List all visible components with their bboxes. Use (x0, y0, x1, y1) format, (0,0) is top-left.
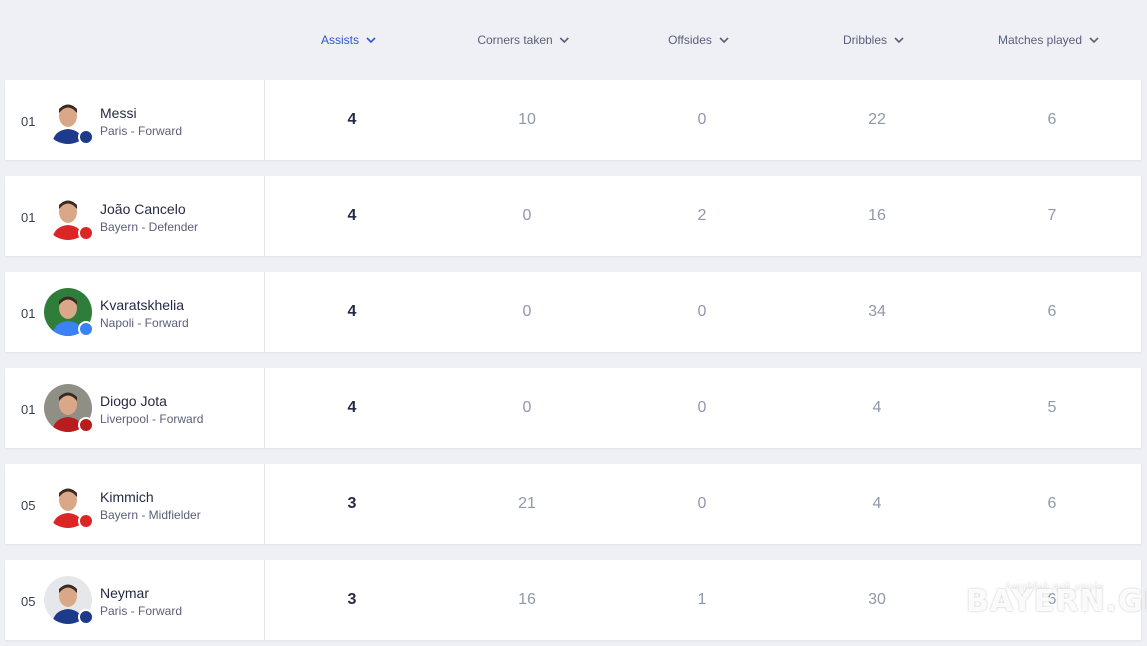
player-rank: 01 (21, 114, 36, 129)
player-club-position: Paris - Forward (100, 604, 183, 618)
chevron-down-icon (365, 34, 377, 46)
player-club-position: Liverpool - Forward (100, 412, 204, 426)
stat-corners-taken: 0 (522, 303, 532, 320)
player-cell[interactable]: 01 Messi Paris - Forward (5, 80, 265, 160)
column-header-assists[interactable]: Assists (321, 32, 377, 48)
player-rank: 01 (21, 306, 36, 321)
stat-matches-played: 6 (1047, 495, 1057, 512)
avatar (44, 288, 94, 337)
chevron-down-icon (559, 34, 571, 46)
watermark-text: BAYERN.GE (966, 584, 1147, 619)
column-label: Offsides (668, 33, 712, 47)
stat-corners-taken: 10 (518, 111, 536, 128)
stat-offsides: 0 (697, 495, 707, 512)
player-cell[interactable]: 05 Kimmich Bayern - Midfielder (5, 464, 265, 544)
player-rank: 01 (21, 402, 36, 417)
column-label: Matches played (997, 33, 1083, 47)
stat-offsides: 1 (697, 591, 707, 608)
stat-offsides: 0 (697, 303, 707, 320)
club-badge-icon (78, 321, 94, 337)
player-rank: 05 (21, 594, 36, 609)
stat-assists: 4 (347, 111, 357, 128)
player-club-position: Bayern - Defender (100, 220, 199, 234)
player-cell[interactable]: 01 Diogo Jota Liverpool - Forward (5, 368, 265, 448)
club-badge-icon (78, 417, 94, 433)
avatar (44, 576, 94, 625)
player-name[interactable]: Diogo Jota (100, 393, 167, 409)
player-cell[interactable]: 05 Neymar Paris - Forward (5, 560, 265, 640)
column-label: Dribbles (842, 33, 888, 47)
stat-offsides: 2 (697, 207, 707, 224)
club-badge-icon (78, 513, 94, 529)
stat-assists: 4 (347, 303, 357, 320)
column-header-offsides[interactable]: Offsides (668, 32, 730, 48)
player-name[interactable]: Kimmich (100, 489, 154, 505)
column-header-corners-taken[interactable]: Corners taken (477, 32, 570, 48)
stat-corners-taken: 0 (522, 399, 532, 416)
player-name[interactable]: Neymar (100, 585, 149, 601)
stat-offsides: 0 (697, 111, 707, 128)
stat-matches-played: 5 (1047, 399, 1057, 416)
avatar (44, 384, 94, 433)
player-name[interactable]: Messi (100, 105, 137, 121)
stat-matches-played: 6 (1047, 303, 1057, 320)
chevron-down-icon (893, 34, 905, 46)
table-row[interactable]: 05 Kimmich Bayern - Midfielder 3 21 0 4 … (5, 464, 1141, 544)
stat-dribbles: 22 (868, 111, 886, 128)
player-rank: 01 (21, 210, 36, 225)
player-club-position: Napoli - Forward (100, 316, 189, 330)
stat-corners-taken: 16 (518, 591, 536, 608)
stat-dribbles: 16 (868, 207, 886, 224)
stat-dribbles: 4 (872, 495, 882, 512)
chevron-down-icon (1088, 34, 1100, 46)
table-header: Assists Corners taken Offsides Dribbles … (0, 0, 1147, 80)
club-badge-icon (78, 129, 94, 145)
table-row[interactable]: 01 João Cancelo Bayern - Defender 4 0 2 … (5, 176, 1141, 256)
stat-assists: 4 (347, 207, 357, 224)
table-row[interactable]: 01 Kvaratskhelia Napoli - Forward 4 0 0 … (5, 272, 1141, 352)
column-header-dribbles[interactable]: Dribbles (843, 32, 905, 48)
player-name[interactable]: Kvaratskhelia (100, 297, 184, 313)
chevron-down-icon (718, 34, 730, 46)
player-club-position: Bayern - Midfielder (100, 508, 201, 522)
player-club-position: Paris - Forward (100, 124, 183, 138)
stat-dribbles: 30 (868, 591, 886, 608)
table-row[interactable]: 01 Messi Paris - Forward 4 10 0 22 6 (5, 80, 1141, 160)
stat-matches-played: 6 (1047, 111, 1057, 128)
column-label: Assists (320, 33, 360, 47)
table-row[interactable]: 01 Diogo Jota Liverpool - Forward 4 0 0 … (5, 368, 1141, 448)
stat-corners-taken: 0 (522, 207, 532, 224)
stat-dribbles: 4 (872, 399, 882, 416)
column-header-matches-played[interactable]: Matches played (998, 32, 1100, 48)
player-cell[interactable]: 01 João Cancelo Bayern - Defender (5, 176, 265, 256)
avatar (44, 192, 94, 241)
stat-dribbles: 34 (868, 303, 886, 320)
stat-assists: 3 (347, 591, 357, 608)
column-label: Corners taken (477, 33, 553, 47)
avatar (44, 480, 94, 529)
player-cell[interactable]: 01 Kvaratskhelia Napoli - Forward (5, 272, 265, 352)
stat-matches-played: 7 (1047, 207, 1057, 224)
stat-assists: 3 (347, 495, 357, 512)
player-name[interactable]: João Cancelo (100, 201, 186, 217)
player-rank: 05 (21, 498, 36, 513)
avatar (44, 96, 94, 145)
stat-assists: 4 (347, 399, 357, 416)
stat-corners-taken: 21 (518, 495, 536, 512)
club-badge-icon (78, 225, 94, 241)
stat-offsides: 0 (697, 399, 707, 416)
club-badge-icon (78, 609, 94, 625)
